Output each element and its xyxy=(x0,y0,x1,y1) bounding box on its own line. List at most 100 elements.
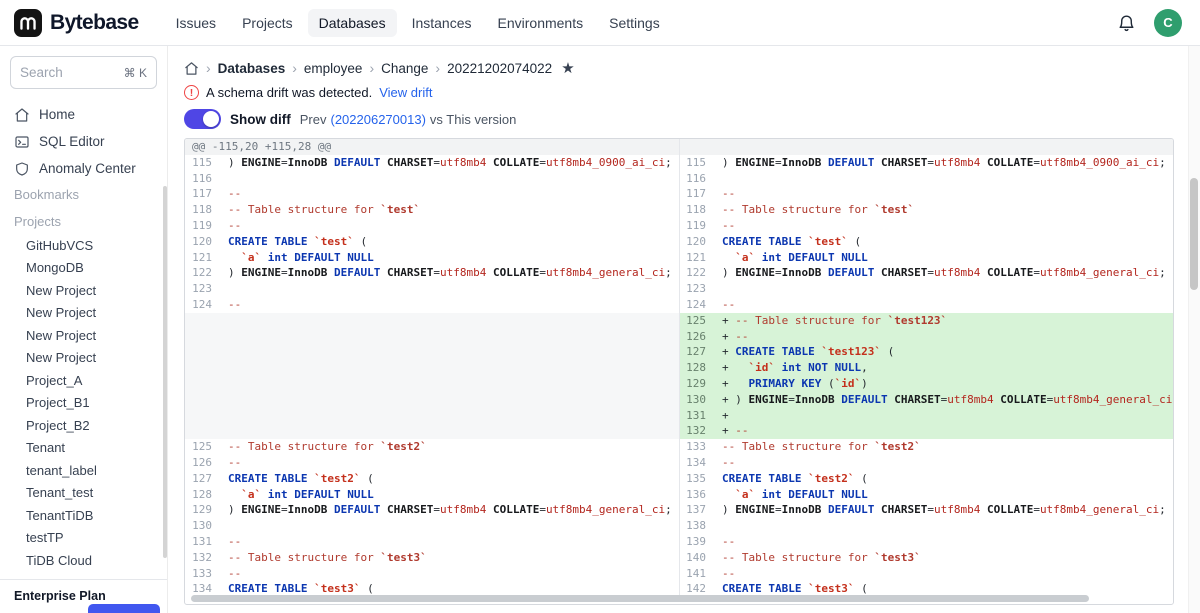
topnav-right: C xyxy=(1117,9,1182,37)
diff-line-number-right: 129 xyxy=(679,376,715,392)
sidebar-project-item[interactable]: Project_B2 xyxy=(0,414,167,437)
diff-line-number-right: 120 xyxy=(679,234,715,250)
sidebar-project-item[interactable]: Tenant xyxy=(0,437,167,460)
sidebar-project-item[interactable]: Project_A xyxy=(0,369,167,392)
user-avatar[interactable]: C xyxy=(1154,9,1182,37)
diff-line-number-left: 133 xyxy=(185,566,221,582)
terminal-icon xyxy=(14,134,30,150)
diff-line-number-left: 122 xyxy=(185,265,221,281)
sidebar-item-home[interactable]: Home xyxy=(0,101,167,128)
diff-line-number-right: 125 xyxy=(679,313,715,329)
diff-code-left: -- xyxy=(221,566,679,582)
diff-code-left: -- xyxy=(221,186,679,202)
notifications-bell-icon[interactable] xyxy=(1117,13,1136,32)
diff-line-number-right: 115 xyxy=(679,155,715,171)
sidebar-item-sql-editor[interactable]: SQL Editor xyxy=(0,128,167,155)
prev-version-link[interactable]: (202206270013) xyxy=(330,112,425,127)
sidebar-project-item[interactable]: New Project xyxy=(0,347,167,370)
brand-name: Bytebase xyxy=(50,11,139,35)
sidebar-project-item[interactable]: GitHubVCS xyxy=(0,234,167,257)
diff-code-right: CREATE TABLE `test` ( xyxy=(715,234,1173,250)
sidebar-project-item[interactable]: New Project xyxy=(0,279,167,302)
diff-code-left xyxy=(221,360,679,376)
diff-code-right: -- Table structure for `test3` xyxy=(715,550,1173,566)
home-icon xyxy=(14,107,30,123)
sidebar-project-item[interactable]: tenant_label xyxy=(0,459,167,482)
nav-item-projects[interactable]: Projects xyxy=(231,9,304,37)
diff-code-left xyxy=(221,376,679,392)
nav-item-environments[interactable]: Environments xyxy=(487,9,595,37)
diff-line-number-right: 139 xyxy=(679,534,715,550)
diff-line-number-right: 134 xyxy=(679,455,715,471)
sidebar-project-item[interactable]: Tenant_test xyxy=(0,482,167,505)
breadcrumb-item[interactable]: 20221202074022 xyxy=(447,61,552,76)
sidebar-project-item[interactable]: MongoDB xyxy=(0,257,167,280)
diff-code-right: + -- xyxy=(715,423,1173,439)
diff-code-right: ) ENGINE=InnoDB DEFAULT CHARSET=utf8mb4 … xyxy=(715,155,1173,171)
nav-item-settings[interactable]: Settings xyxy=(598,9,671,37)
diff-code-left xyxy=(221,281,679,297)
vs-text: vs This version xyxy=(430,112,516,127)
diff-panel: @@ -115,20 +115,28 @@115) ENGINE=InnoDB … xyxy=(184,138,1174,605)
sidebar-project-item[interactable]: TiDB Cloud xyxy=(0,549,167,572)
diff-code-right: -- xyxy=(715,566,1173,582)
diff-code-right: + PRIMARY KEY (`id`) xyxy=(715,376,1173,392)
diff-code-right: ) ENGINE=InnoDB DEFAULT CHARSET=utf8mb4 … xyxy=(715,265,1173,281)
diff-code-left xyxy=(221,329,679,345)
diff-line-number-left xyxy=(185,376,221,392)
diff-code-left xyxy=(221,408,679,424)
horizontal-scrollbar[interactable] xyxy=(191,595,1089,602)
diff-code-right: + ) ENGINE=InnoDB DEFAULT CHARSET=utf8mb… xyxy=(715,392,1173,408)
breadcrumb-home-icon[interactable] xyxy=(184,61,199,76)
diff-code-right: -- xyxy=(715,455,1173,471)
diff-line-number-left: 119 xyxy=(185,218,221,234)
sidebar-project-item[interactable]: New Project xyxy=(0,302,167,325)
sidebar-project-item[interactable]: New Project xyxy=(0,324,167,347)
nav-item-instances[interactable]: Instances xyxy=(401,9,483,37)
diff-code-left xyxy=(221,392,679,408)
diff-code-left: ) ENGINE=InnoDB DEFAULT CHARSET=utf8mb4 … xyxy=(221,502,679,518)
diff-line-number-right: 136 xyxy=(679,487,715,503)
diff-code-left xyxy=(221,171,679,187)
show-diff-toggle[interactable] xyxy=(184,109,221,129)
breadcrumb-item[interactable]: Change xyxy=(381,61,428,76)
prev-label: Prev xyxy=(300,112,327,127)
brand[interactable]: Bytebase xyxy=(14,9,139,37)
page-scrollbar-track xyxy=(1188,46,1200,613)
breadcrumb-item[interactable]: employee xyxy=(304,61,363,76)
search-shortcut: ⌘ K xyxy=(124,66,147,80)
search-input[interactable] xyxy=(20,65,120,80)
sidebar-project-item[interactable]: TenantTiDB xyxy=(0,504,167,527)
sidebar-project-item[interactable]: testTP xyxy=(0,527,167,550)
bookmark-star-icon[interactable]: ★ xyxy=(561,59,574,77)
breadcrumb-item[interactable]: Databases xyxy=(218,61,286,76)
diff-hunk-header: @@ -115,20 +115,28 @@ xyxy=(185,139,679,155)
sidebar-item-label: Home xyxy=(39,107,75,122)
diff-line-number-left xyxy=(185,423,221,439)
diff-code-right: + xyxy=(715,408,1173,424)
view-drift-link[interactable]: View drift xyxy=(379,85,432,100)
diff-code-left: -- xyxy=(221,534,679,550)
sidebar-project-item[interactable]: Project_B1 xyxy=(0,392,167,415)
diff-line-number-left: 129 xyxy=(185,502,221,518)
diff-line-number-left: 116 xyxy=(185,171,221,187)
diff-code-left: -- Table structure for `test2` xyxy=(221,439,679,455)
sidebar-scrollbar[interactable] xyxy=(163,186,167,558)
sidebar-item-anomaly-center[interactable]: Anomaly Center xyxy=(0,155,167,182)
primary-nav: IssuesProjectsDatabasesInstancesEnvironm… xyxy=(165,9,671,37)
page-body: ⌘ K Home SQL Editor Anomaly Center Bookm… xyxy=(0,46,1200,613)
alert-warning-icon: ! xyxy=(184,85,199,100)
diff-line-number-right: 117 xyxy=(679,186,715,202)
breadcrumb-separator: › xyxy=(369,60,374,76)
diff-line-number-left xyxy=(185,360,221,376)
breadcrumb-separator: › xyxy=(206,60,211,76)
diff-line-number-left: 126 xyxy=(185,455,221,471)
diff-line-number-right: 130 xyxy=(679,392,715,408)
nav-item-issues[interactable]: Issues xyxy=(165,9,227,37)
nav-item-databases[interactable]: Databases xyxy=(308,9,397,37)
toggle-knob xyxy=(203,111,219,127)
diff-line-number-right: 124 xyxy=(679,297,715,313)
page-scrollbar-thumb[interactable] xyxy=(1190,178,1198,290)
search-box[interactable]: ⌘ K xyxy=(10,56,157,89)
diff-line-number-left: 115 xyxy=(185,155,221,171)
